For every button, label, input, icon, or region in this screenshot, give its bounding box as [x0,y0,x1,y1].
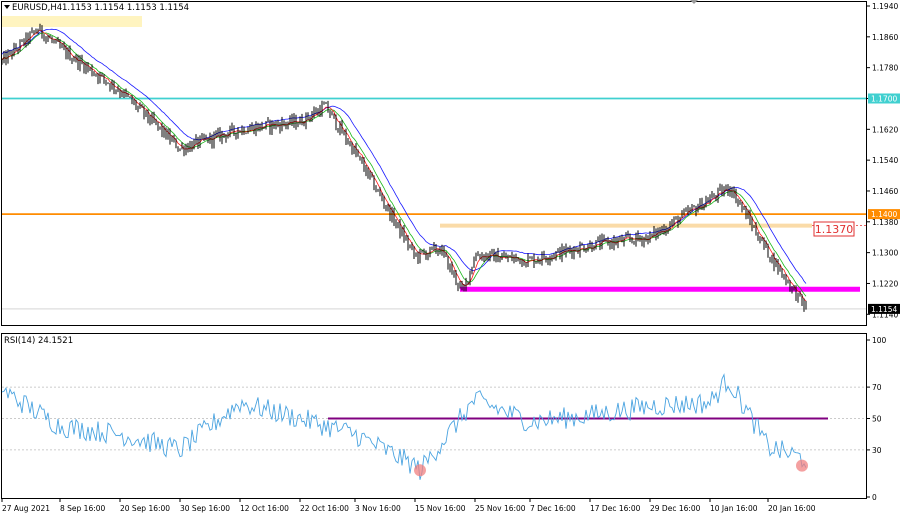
price-tick-label: 1.1860 [872,33,898,42]
price-tick-label: 1.1300 [872,249,898,258]
main-plot-frame [1,1,867,326]
price-axis: 1.1940 1.1860 1.1780 1.1700 1.1620 1.1540 1.14… [866,2,900,319]
price-tick-label: 1.1620 [872,125,898,134]
time-tick-label: 20 Sep 16:00 [120,504,170,513]
rsi-series [1,373,808,480]
rsi-tick-label: 50 [872,415,882,424]
time-axis: 27 Aug 2021 8 Sep 16:00 20 Sep 16:00 30 Sep… [1,0,816,513]
price-tick-label: 1.1540 [872,156,898,165]
price-series [1,23,807,312]
rsi-tick-label: 0 [872,493,877,502]
main-levels [2,97,866,310]
time-tick-label: 29 Dec 16:00 [650,504,701,513]
price-tick-label: 1.1780 [872,64,898,73]
time-tick-label: 27 Aug 2021 [2,504,50,513]
ma-fast-line [1,29,807,301]
oversold-marker [796,459,808,472]
price-tick-label: 1.1220 [872,279,898,288]
rsi-tick-label: 70 [872,383,882,392]
time-tick-label: 25 Nov 16:00 [475,504,526,513]
time-tick-label: 3 Nov 16:00 [355,504,401,513]
time-tick-label: 10 Jan 16:00 [710,504,758,513]
rsi-axis: 100 70 50 30 0 [866,336,887,502]
time-tick-label: 20 Jan 16:00 [768,504,816,513]
time-tick-label: 8 Sep 16:00 [60,504,106,513]
dropdown-triangle-icon[interactable] [4,5,10,9]
rsi-tick-label: 100 [872,336,887,345]
rsi-tick-label: 30 [872,446,882,455]
time-tick-label: 15 Nov 16:00 [415,504,466,513]
resistance-annotation-text: 1.1370 [815,223,854,236]
price-tick-label: 1.1940 [872,2,898,11]
chart-svg: 1.1940 1.1860 1.1780 1.1700 1.1620 1.1540 1.14… [1,0,900,513]
highlight-box [2,16,142,27]
level-tag-text: 1.1400 [871,210,897,219]
moving-averages [1,28,807,301]
level-tag-text: 1.1154 [871,305,897,314]
level-tag-text: 1.1700 [871,94,897,103]
time-tick-label: 7 Dec 16:00 [530,504,576,513]
time-tick-label: 17 Dec 16:00 [590,504,641,513]
price-tick-label: 1.1460 [872,187,898,196]
rsi-plot-frame [1,333,867,499]
ohlc-label: 1.1153 1.1154 1.1153 1.1154 [62,3,189,13]
rsi-title: RSI(14) 24.1521 [4,336,73,346]
rsi-line [1,373,807,480]
oversold-marker [414,464,426,477]
time-tick-label: 30 Sep 16:00 [180,504,230,513]
ma-mid-line [1,32,807,297]
time-tick-label: 22 Oct 16:00 [300,504,349,513]
ma-slow-line [1,28,807,284]
symbol-label: EURUSD,H4 [12,3,62,13]
price-tick-label: 1.1380 [872,218,898,227]
chart-window: 1.1940 1.1860 1.1780 1.1700 1.1620 1.1540 1.14… [0,0,900,514]
time-tick-label: 12 Oct 16:00 [240,504,289,513]
